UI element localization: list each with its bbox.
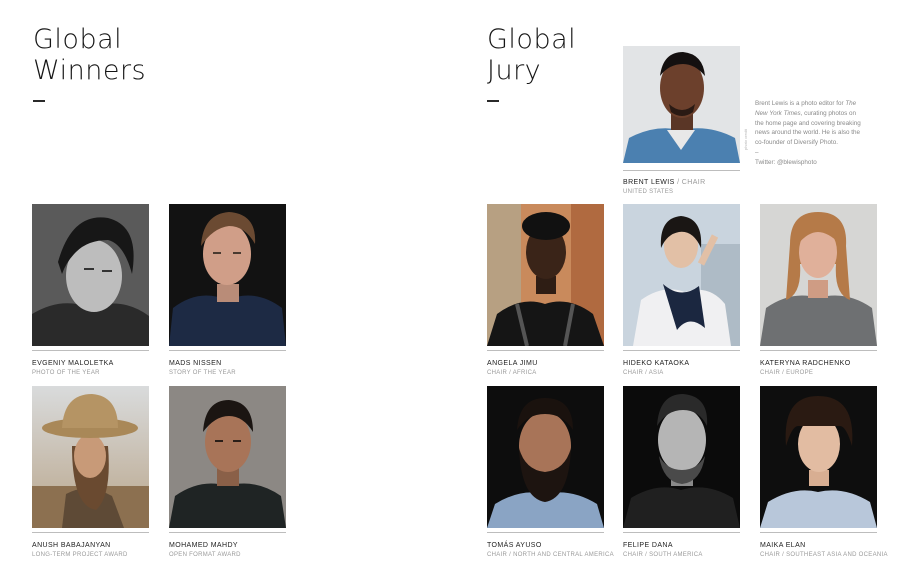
winner-name: ANUSH BABAJANYAN	[32, 542, 111, 549]
jury-chair-bio: Brent Lewis is a photo editor for The Ne…	[755, 99, 861, 168]
portrait-photo	[32, 204, 149, 346]
winner-name: EVGENIY MALOLETKA	[32, 360, 114, 367]
winners-title-dash	[33, 100, 45, 102]
jury-member-role: CHAIR / NORTH AND CENTRAL AMERICA	[487, 552, 614, 558]
jury-member-role: CHAIR / AFRICA	[487, 370, 537, 376]
portrait-photo	[32, 386, 149, 528]
winner-name: MOHAMED MAHDY	[169, 542, 238, 549]
portrait-photo	[623, 46, 740, 163]
portrait-photo	[169, 386, 286, 528]
portrait-photo	[623, 204, 740, 346]
photo-credit: photo credit	[743, 129, 748, 150]
jury-member-role: CHAIR / SOUTH AMERICA	[623, 552, 703, 558]
winner-award: LONG-TERM PROJECT AWARD	[32, 552, 128, 558]
jury-member-name: KATERYNA RADCHENKO	[760, 360, 851, 367]
winner-name: MADS NISSEN	[169, 360, 222, 367]
jury-member-name: MAIKA ELAN	[760, 542, 806, 549]
portrait-photo	[760, 386, 877, 528]
jury-member-role: CHAIR / EUROPE	[760, 370, 814, 376]
jury-member-name: FELIPE DANA	[623, 542, 673, 549]
jury-member-name: TOMÁS AYUSO	[487, 542, 542, 549]
bio-twitter: Twitter: @blewisphoto	[755, 158, 817, 166]
jury-title: Global Jury	[487, 24, 576, 86]
winners-title-line2: Winners	[33, 55, 147, 86]
portrait-photo	[487, 386, 604, 528]
winners-title-line1: Global	[33, 24, 123, 55]
jury-member-role: CHAIR / ASIA	[623, 370, 664, 376]
jury-chair-name: BRENT LEWIS	[623, 179, 675, 186]
jury-title-line1: Global	[487, 24, 577, 55]
winner-award: STORY OF THE YEAR	[169, 370, 236, 376]
jury-title-dash	[487, 100, 499, 102]
portrait-photo	[487, 204, 604, 346]
jury-member-name: ANGELA JIMU	[487, 360, 538, 367]
jury-chair-role: CHAIR	[681, 179, 706, 186]
jury-member-name: HIDEKO KATAOKA	[623, 360, 690, 367]
jury-title-line2: Jury	[487, 55, 542, 86]
jury-member-role: CHAIR / SOUTHEAST ASIA AND OCEANIA	[760, 552, 888, 558]
portrait-photo	[623, 386, 740, 528]
jury-chair-name-line: BRENT LEWIS / CHAIR	[623, 178, 706, 187]
portrait-photo	[169, 204, 286, 346]
winners-title: Global Winners	[33, 24, 146, 86]
winner-award: OPEN FORMAT AWARD	[169, 552, 241, 558]
bio-text: Brent Lewis is a photo editor for The Ne…	[755, 100, 861, 147]
jury-chair-separator: /	[674, 179, 682, 186]
jury-chair-country: UNITED STATES	[623, 189, 674, 195]
winner-award: PHOTO OF THE YEAR	[32, 370, 100, 376]
bio-dash: –	[755, 148, 759, 156]
portrait-photo	[760, 204, 877, 346]
